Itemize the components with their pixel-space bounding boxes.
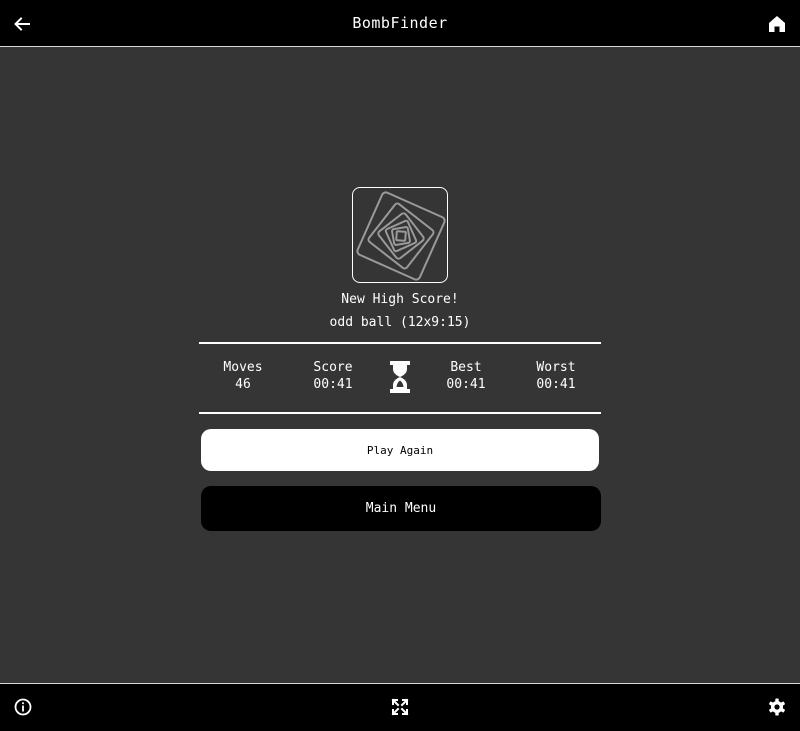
info-button[interactable]	[11, 695, 35, 719]
game-mode-label: odd ball (12x9:15)	[329, 315, 471, 330]
stat-best-label: Best	[450, 360, 482, 375]
home-button[interactable]	[765, 12, 789, 36]
fullscreen-button[interactable]	[388, 695, 412, 719]
badge-icon-frame	[352, 187, 448, 283]
stat-moves-value: 46	[235, 377, 251, 392]
stat-best-value: 00:41	[446, 377, 486, 392]
top-app-bar: BombFinder	[0, 0, 800, 47]
stat-worst-value: 00:41	[536, 377, 576, 392]
hourglass-icon	[390, 361, 410, 393]
home-icon	[769, 16, 785, 32]
stat-moves: Moves 46	[198, 359, 288, 393]
play-again-button[interactable]: Play Again	[201, 429, 599, 471]
stat-worst-label: Worst	[536, 360, 576, 375]
gear-icon	[769, 698, 785, 716]
fullscreen-icon	[391, 698, 409, 716]
nested-squares-icon	[356, 191, 446, 281]
bottom-app-bar	[0, 683, 800, 731]
stat-score-label: Score	[313, 360, 353, 375]
stat-worst: Worst 00:41	[511, 359, 601, 393]
info-icon	[14, 698, 32, 716]
divider-bottom	[199, 412, 601, 414]
game-over-panel: New High Score! odd ball (12x9:15) Moves…	[0, 48, 800, 683]
app-title: BombFinder	[352, 14, 448, 32]
stat-best: Best 00:41	[421, 359, 511, 393]
high-score-message: New High Score!	[341, 292, 459, 307]
divider-top	[199, 342, 601, 344]
stat-moves-label: Moves	[223, 360, 263, 375]
main-menu-button[interactable]: Main Menu	[201, 486, 601, 531]
stat-score: Score 00:41	[288, 359, 378, 393]
stat-score-value: 00:41	[313, 377, 353, 392]
settings-button[interactable]	[765, 695, 789, 719]
